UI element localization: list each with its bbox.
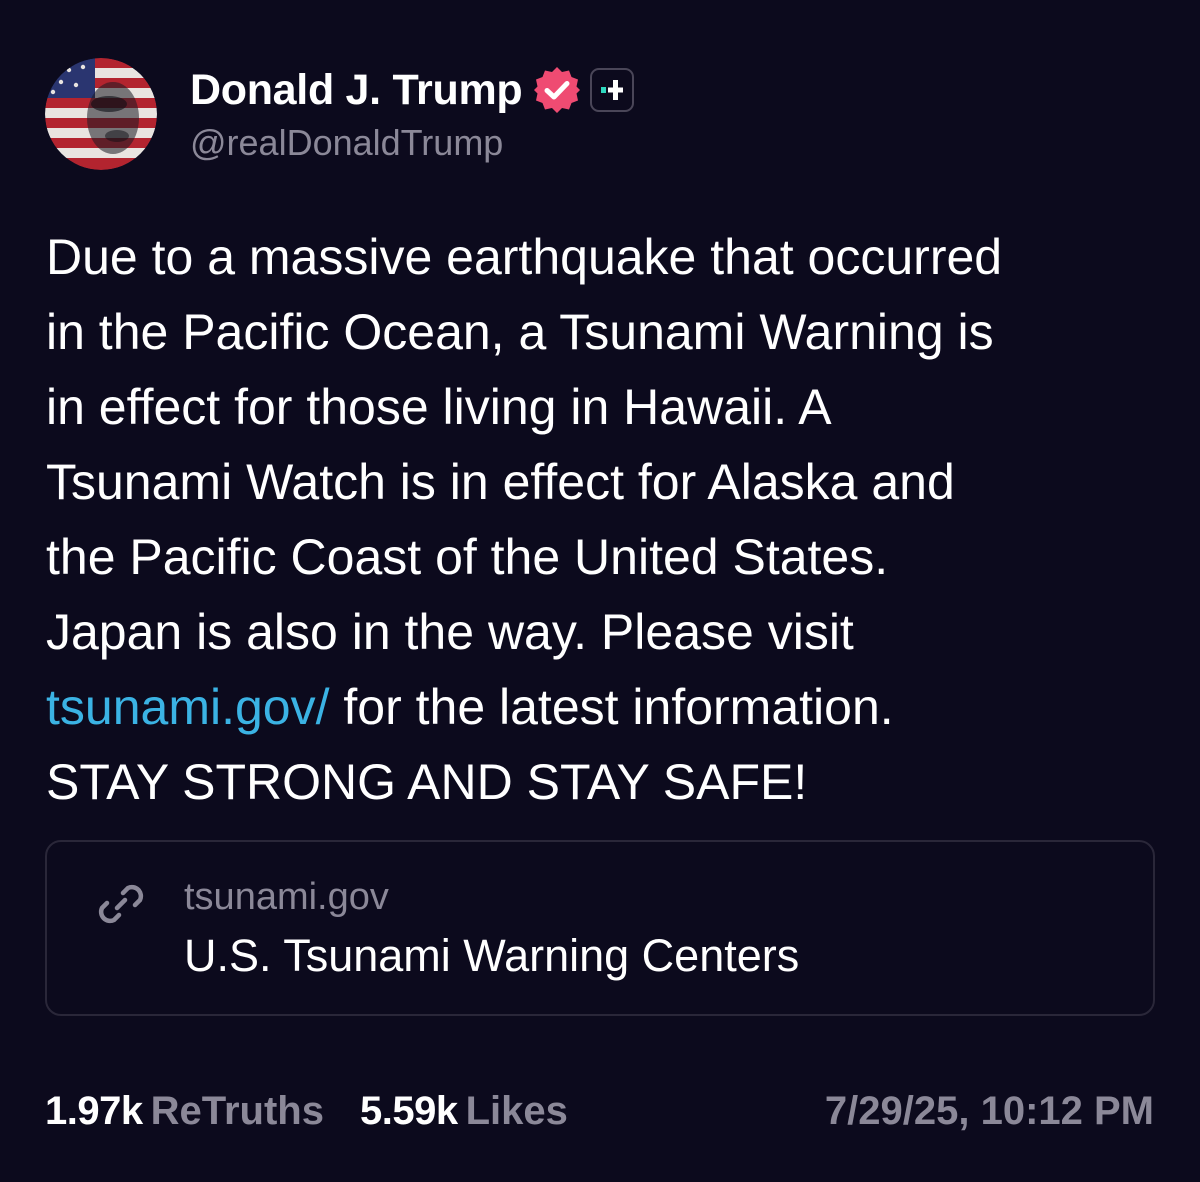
retruths-stat[interactable]: 1.97k ReTruths bbox=[45, 1089, 324, 1134]
post-text-line: in the Pacific Ocean, a Tsunami Warning … bbox=[46, 304, 994, 360]
post-text-link-line: tsunami.gov/ for the latest information. bbox=[46, 670, 1166, 745]
likes-label: Likes bbox=[465, 1088, 568, 1133]
author-name-row: Donald J. Trump bbox=[190, 62, 635, 118]
likes-count: 5.59k bbox=[359, 1088, 458, 1133]
post-stats: 1.97k ReTruths 5.59k Likes bbox=[45, 1086, 568, 1136]
post-container: Donald J. Trump @realDonaldTrump Due to … bbox=[0, 0, 1200, 1182]
post-timestamp[interactable]: 7/29/25, 10:12 PM bbox=[825, 1086, 1154, 1136]
post-text-after-link: for the latest information. bbox=[329, 679, 894, 735]
verified-badge-icon bbox=[532, 65, 582, 115]
post-text-line: Japan is also in the way. Please visit bbox=[46, 604, 854, 660]
avatar-image bbox=[45, 58, 157, 170]
link-card-title: U.S. Tsunami Warning Centers bbox=[184, 930, 800, 981]
author-handle[interactable]: @realDonaldTrump bbox=[190, 122, 503, 164]
link-card-domain: tsunami.gov bbox=[184, 876, 389, 918]
retruths-label: ReTruths bbox=[150, 1088, 324, 1133]
retruths-count: 1.97k bbox=[45, 1088, 143, 1133]
plus-badge-icon bbox=[590, 68, 635, 112]
post-text: Due to a massive earthquake that occurre… bbox=[46, 220, 1166, 820]
post-text-line: Due to a massive earthquake that occurre… bbox=[46, 229, 1003, 285]
post-inline-link[interactable]: tsunami.gov/ bbox=[46, 679, 329, 735]
post-text-line: the Pacific Coast of the United States. bbox=[46, 529, 889, 585]
avatar[interactable] bbox=[45, 58, 157, 170]
post-text-line: Tsunami Watch is in effect for Alaska an… bbox=[46, 454, 955, 510]
link-icon bbox=[93, 876, 149, 932]
post-text-line: in effect for those living in Hawaii. A bbox=[46, 379, 832, 435]
author-display-name[interactable]: Donald J. Trump bbox=[190, 66, 523, 115]
likes-stat[interactable]: 5.59k Likes bbox=[360, 1089, 568, 1134]
post-text-closing-line: STAY STRONG AND STAY SAFE! bbox=[46, 754, 808, 810]
link-preview-card[interactable]: tsunami.gov U.S. Tsunami Warning Centers bbox=[45, 840, 1155, 1016]
